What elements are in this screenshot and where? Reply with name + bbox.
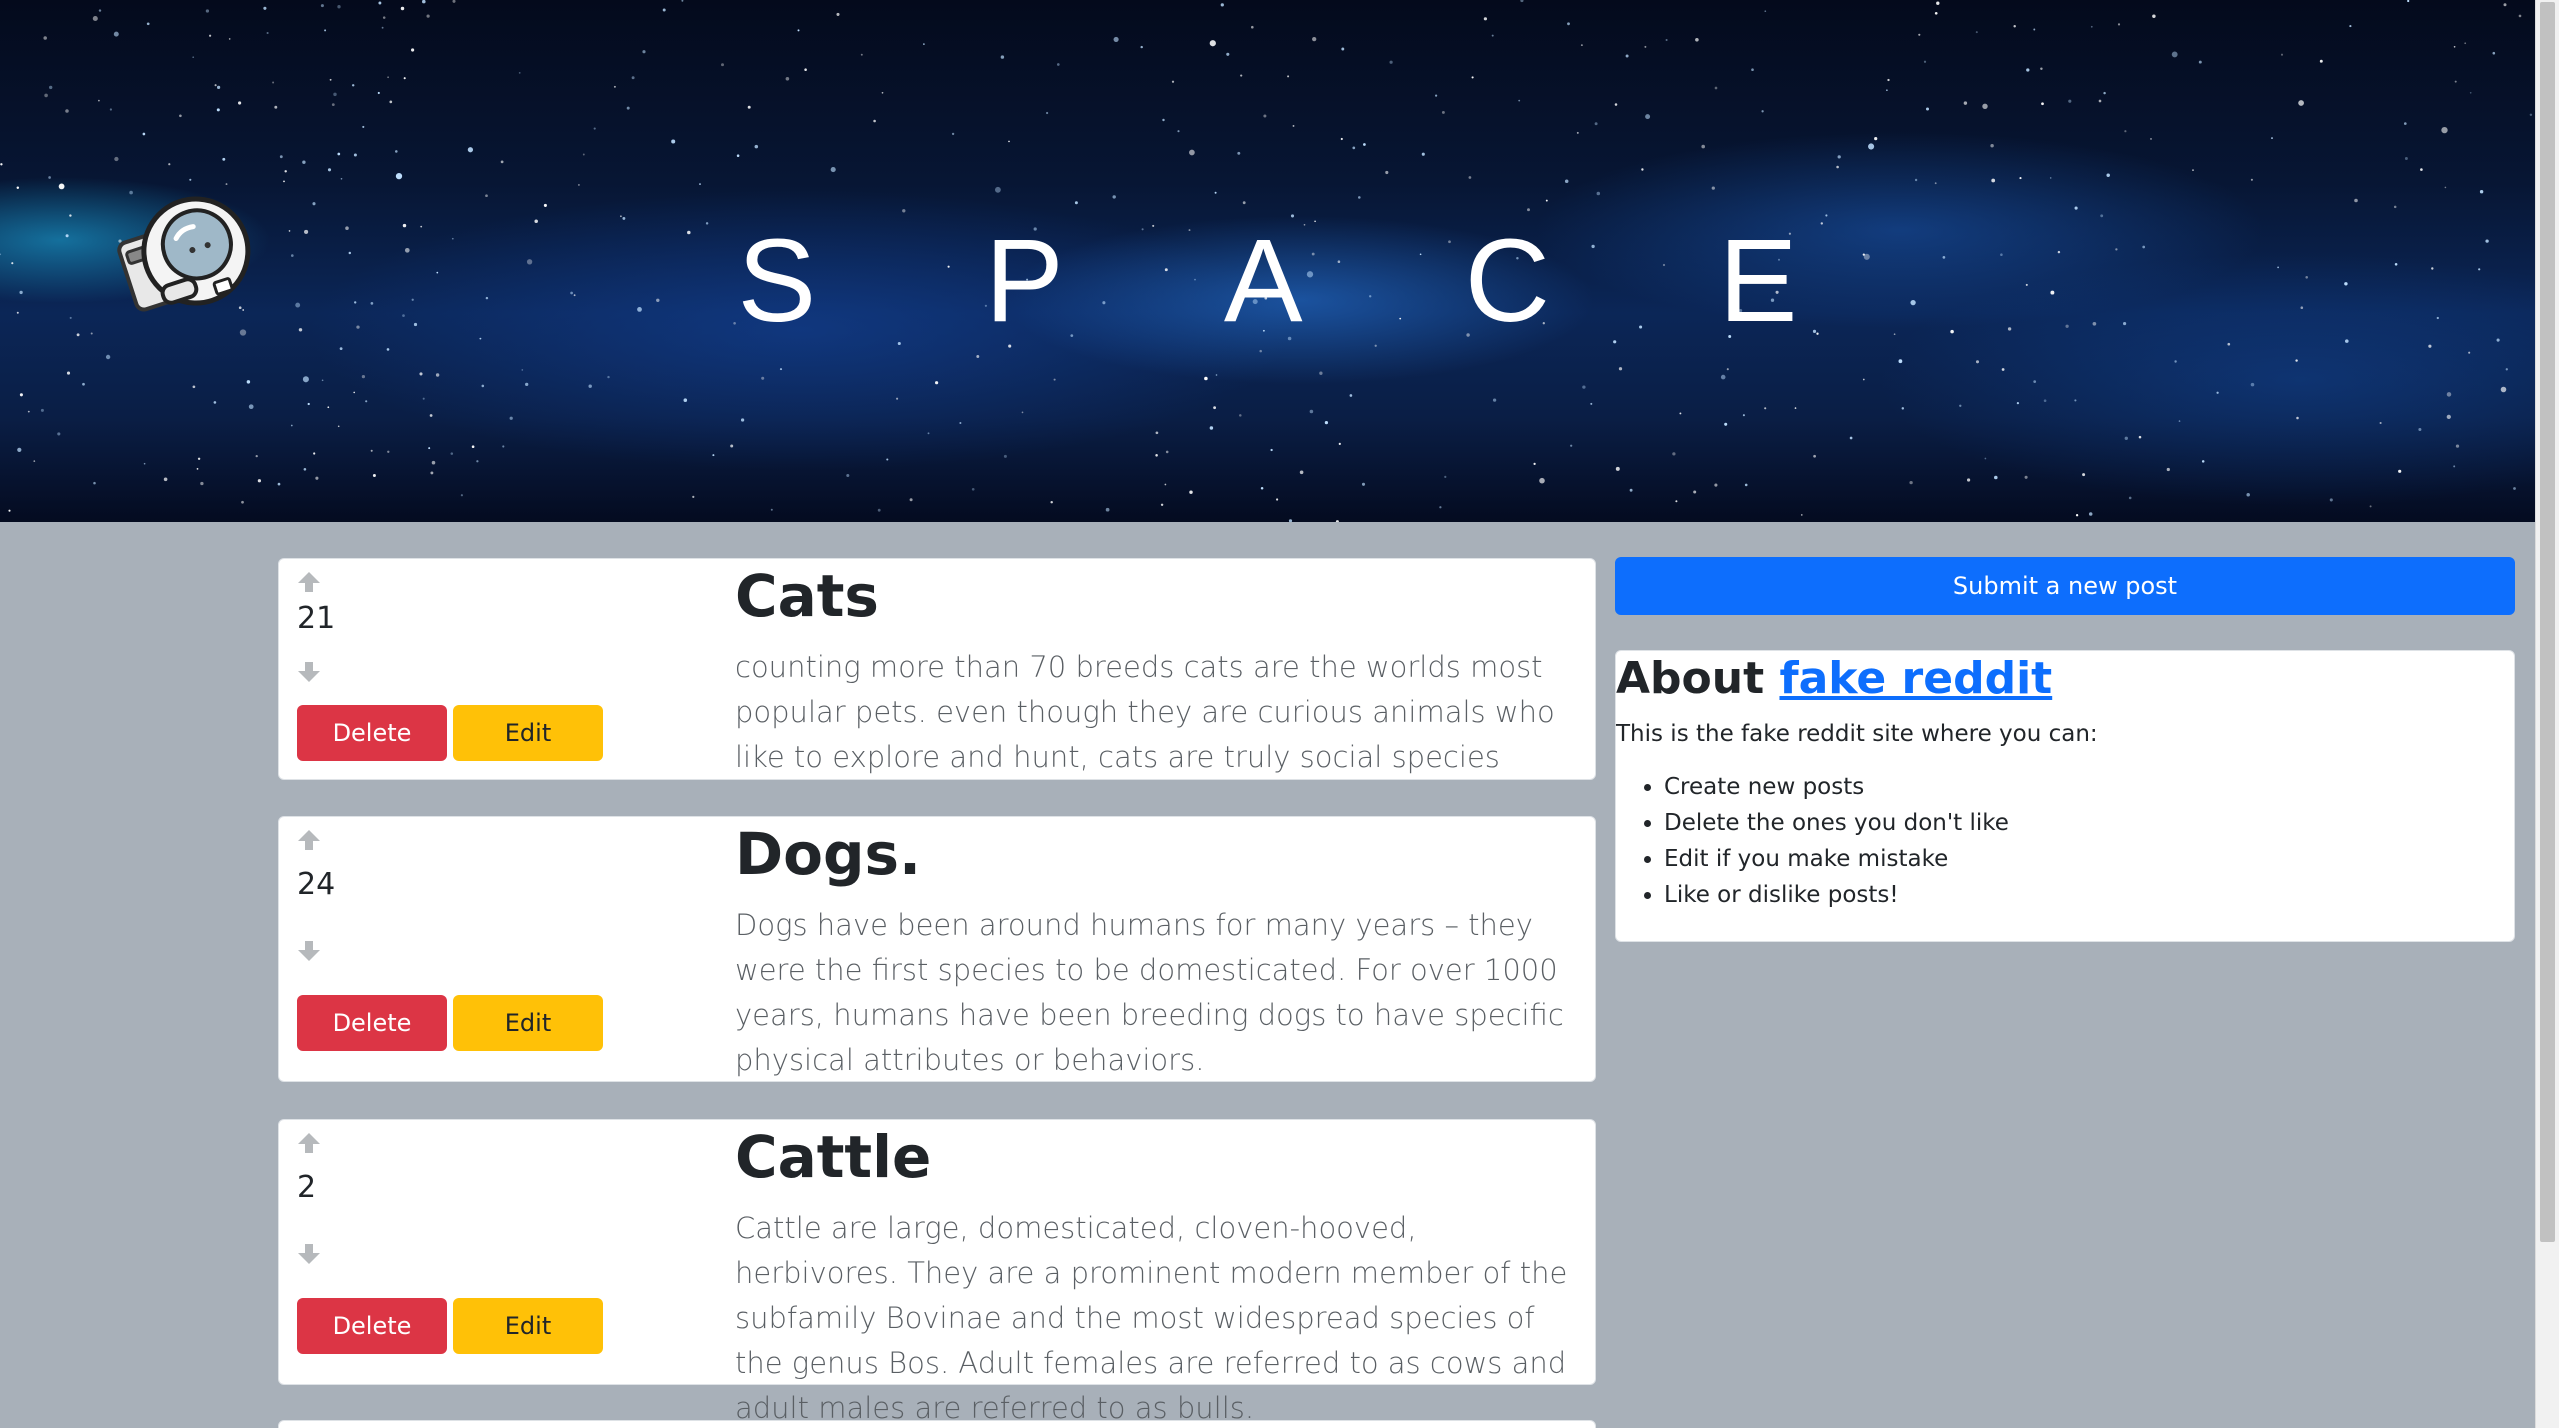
about-heading-prefix: About — [1616, 653, 1765, 704]
upvote-arrow-icon[interactable] — [297, 829, 321, 851]
downvote-arrow-icon[interactable] — [297, 661, 321, 683]
post-body: Cattle are large, domesticated, cloven-h… — [735, 1211, 1568, 1425]
list-item: Delete the ones you don't like — [1664, 805, 2009, 841]
page: S P A C E 21 Delete Edit Cats counting m… — [0, 0, 2559, 1428]
post-card — [278, 1420, 1596, 1428]
post-card: 24 Delete Edit Dogs. Dogs have been arou… — [278, 816, 1596, 1082]
feature-list: Create new posts Delete the ones you don… — [1616, 769, 2009, 913]
banner-title: S P A C E — [737, 215, 1866, 347]
vote-count: 21 — [297, 601, 336, 636]
about-card: About fake reddit This is the fake reddi… — [1615, 650, 2515, 942]
upvote-arrow-icon[interactable] — [297, 1132, 321, 1154]
downvote-arrow-icon[interactable] — [297, 1243, 321, 1265]
edit-button[interactable]: Edit — [453, 995, 603, 1051]
post-card: 2 Delete Edit Cattle Cattle are large, d… — [278, 1119, 1596, 1425]
delete-button[interactable]: Delete — [297, 995, 447, 1051]
fake-reddit-link[interactable]: fake reddit — [1779, 653, 2052, 704]
submit-post-button[interactable]: Submit a new post — [1615, 557, 2515, 615]
upvote-arrow-icon[interactable] — [297, 571, 321, 593]
space-banner: S P A C E — [0, 0, 2535, 522]
list-item: Create new posts — [1664, 769, 2009, 805]
post-body: counting more than 70 breeds cats are th… — [735, 650, 1555, 774]
edit-button[interactable]: Edit — [453, 1298, 603, 1354]
vote-count: 24 — [297, 867, 336, 902]
edit-button[interactable]: Edit — [453, 705, 603, 761]
list-item: Edit if you make mistake — [1664, 841, 2009, 877]
post-body: Dogs have been around humans for many ye… — [735, 908, 1564, 1077]
post-title: Cats — [735, 562, 879, 630]
about-intro: This is the fake reddit site where you c… — [1616, 721, 2098, 747]
vote-count: 2 — [297, 1170, 317, 1205]
post-title: Cattle — [735, 1123, 932, 1191]
delete-button[interactable]: Delete — [297, 1298, 447, 1354]
post-title: Dogs. — [735, 820, 922, 888]
list-item: Like or dislike posts! — [1664, 877, 2009, 913]
about-heading: About fake reddit — [1616, 651, 2052, 707]
delete-button[interactable]: Delete — [297, 705, 447, 761]
scrollbar[interactable] — [2535, 0, 2559, 1428]
post-card: 21 Delete Edit Cats counting more than 7… — [278, 558, 1596, 780]
scrollbar-thumb[interactable] — [2540, 2, 2555, 1242]
downvote-arrow-icon[interactable] — [297, 940, 321, 962]
